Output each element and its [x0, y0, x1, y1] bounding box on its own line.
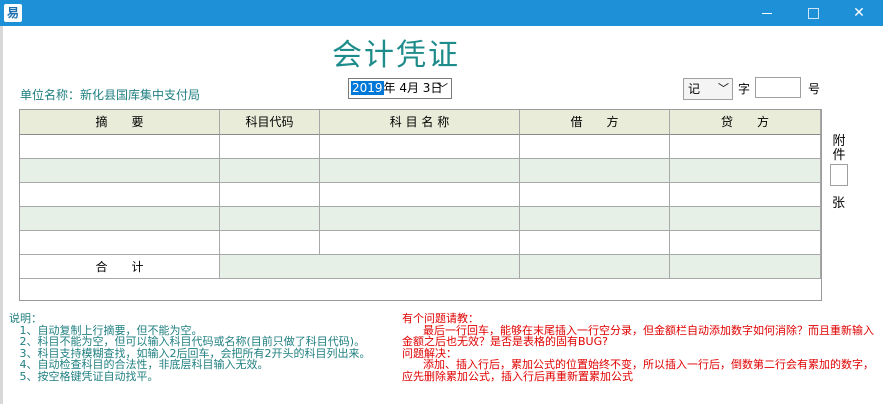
summary-cell[interactable]	[20, 207, 220, 231]
attachment-unit-label: 张	[832, 196, 846, 211]
app-icon: 易	[4, 4, 22, 22]
date-picker[interactable]: 2019年 4月 3日 ﹀	[348, 78, 452, 99]
table-row	[20, 231, 821, 255]
instructions-text: 说明： 1、自动复制上行摘要，但不能为空。 2、科目不能为空，但可以输入科目代码…	[9, 312, 371, 383]
total-label: 合 计	[20, 255, 220, 279]
issue-notes-text: 有个问题请教： 最后一行回车，能够在末尾插入一行空分录，但金额栏自动添加数字如何…	[402, 312, 874, 383]
close-button[interactable]: ✕	[836, 0, 882, 26]
voucher-type-select[interactable]: 记 ﹀	[683, 78, 733, 100]
left-edge	[0, 26, 3, 404]
debit-cell[interactable]	[520, 207, 670, 231]
chevron-down-icon[interactable]: ﹀	[437, 79, 448, 98]
summary-cell[interactable]	[20, 135, 220, 159]
account-code-cell[interactable]	[220, 159, 320, 183]
table-row	[20, 135, 821, 159]
attachment-label: 附件	[832, 134, 846, 163]
credit-cell[interactable]	[670, 183, 821, 207]
credit-cell[interactable]	[670, 159, 821, 183]
account-name-cell[interactable]	[320, 183, 520, 207]
title-bar: 易 ✕	[0, 0, 883, 26]
maximize-icon	[807, 7, 819, 19]
account-code-cell[interactable]	[220, 231, 320, 255]
account-code-cell[interactable]	[220, 183, 320, 207]
minimize-icon	[762, 12, 772, 14]
attachment-count-input[interactable]	[830, 164, 848, 186]
header-credit: 贷 方	[670, 110, 821, 135]
total-span-cell	[220, 255, 520, 279]
voucher-number-input[interactable]	[755, 77, 801, 98]
account-name-cell[interactable]	[320, 159, 520, 183]
account-code-cell[interactable]	[220, 207, 320, 231]
close-icon: ✕	[853, 5, 865, 21]
voucher-type-value: 记	[688, 82, 701, 96]
summary-cell[interactable]	[20, 159, 220, 183]
summary-cell[interactable]	[20, 231, 220, 255]
credit-cell[interactable]	[670, 135, 821, 159]
debit-cell[interactable]	[520, 159, 670, 183]
summary-cell[interactable]	[20, 183, 220, 207]
account-code-cell[interactable]	[220, 135, 320, 159]
minimize-button[interactable]	[744, 0, 790, 26]
page-title: 会计凭证	[332, 38, 460, 73]
header-account-code: 科目代码	[220, 110, 320, 135]
date-year[interactable]: 2019	[351, 81, 384, 95]
table-row	[20, 207, 821, 231]
debit-cell[interactable]	[520, 183, 670, 207]
total-debit-cell	[520, 255, 670, 279]
credit-cell[interactable]	[670, 231, 821, 255]
total-credit-cell	[670, 255, 821, 279]
header-debit: 借 方	[520, 110, 670, 135]
table-row	[20, 159, 821, 183]
account-name-cell[interactable]	[320, 135, 520, 159]
unit-name-label: 单位名称：新化县国库集中支付局	[20, 88, 201, 102]
hao-label: 号	[808, 82, 821, 96]
header-account-name: 科 目 名 称	[320, 110, 520, 135]
header-summary: 摘 要	[20, 110, 220, 135]
total-row: 合 计	[20, 255, 821, 279]
maximize-button[interactable]	[790, 0, 836, 26]
account-name-cell[interactable]	[320, 231, 520, 255]
credit-cell[interactable]	[670, 207, 821, 231]
table-header: 摘 要 科目代码 科 目 名 称 借 方 贷 方	[20, 110, 821, 135]
account-name-cell[interactable]	[320, 207, 520, 231]
chevron-down-icon[interactable]: ﹀	[718, 79, 729, 99]
debit-cell[interactable]	[520, 135, 670, 159]
voucher-grid: 摘 要 科目代码 科 目 名 称 借 方 贷 方 合 计	[19, 109, 822, 301]
zi-label: 字	[738, 82, 751, 96]
debit-cell[interactable]	[520, 231, 670, 255]
date-month-day: 年 4月 3日	[383, 81, 443, 95]
table-row	[20, 183, 821, 207]
